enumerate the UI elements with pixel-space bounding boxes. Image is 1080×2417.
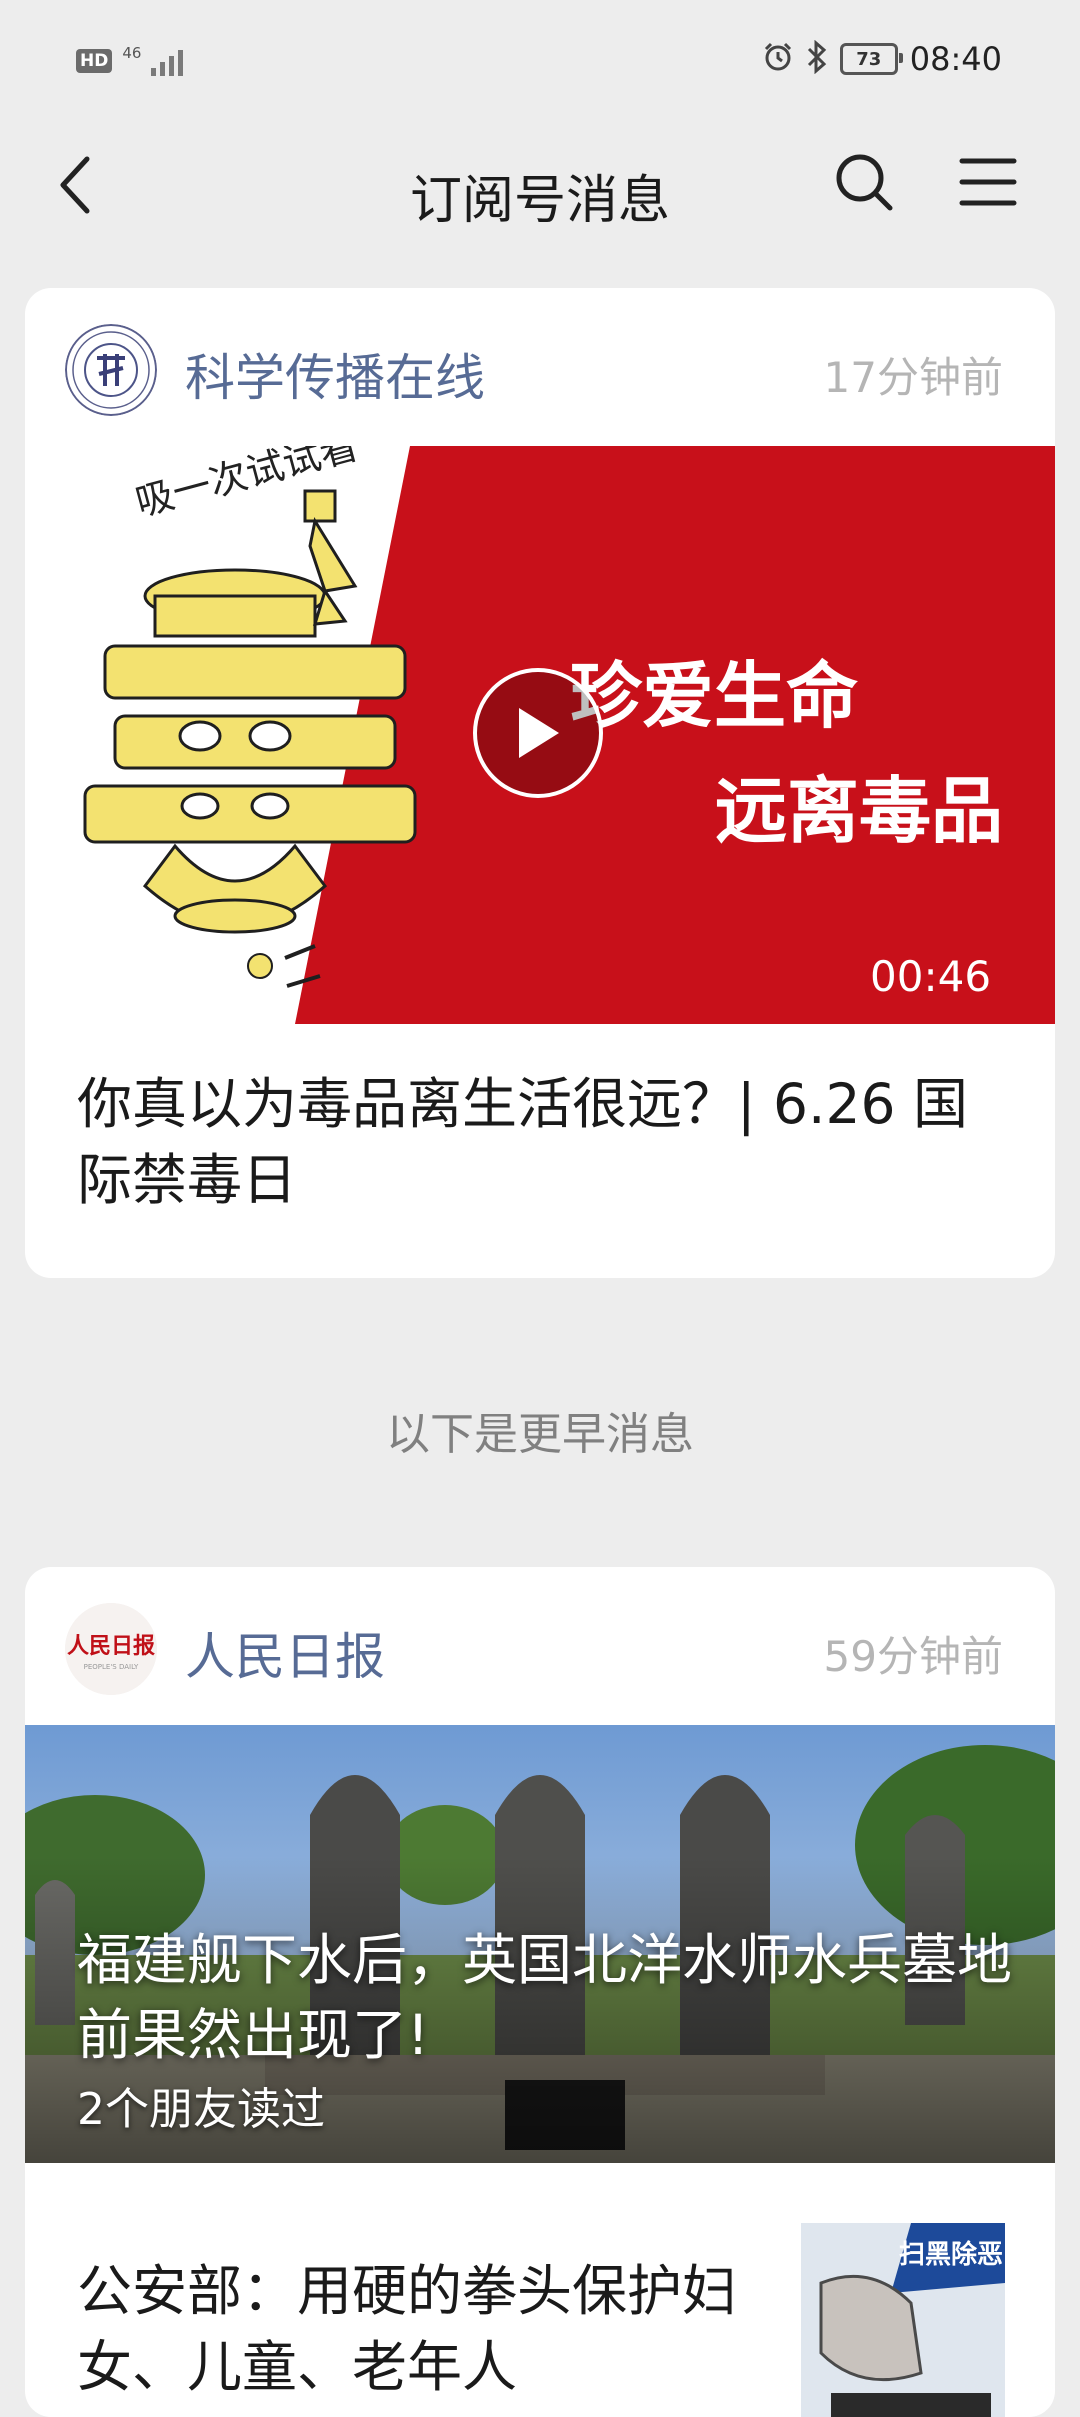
sub-article-title[interactable]: 公安部：用硬的拳头保护妇女、儿童、老年人 [77, 2253, 777, 2405]
thumb-tag: 扫黑除恶 [899, 2239, 1003, 2270]
status-left: HD 46 [76, 44, 184, 76]
battery-icon: 73 [839, 43, 903, 75]
card-header: 人民日报 PEOPLE'S DAILY 人民日报 59分钟前 [25, 1567, 1055, 1725]
video-duration: 00:46 [870, 952, 991, 1001]
avatar-logo-sub: PEOPLE'S DAILY [84, 1663, 139, 1671]
battery-level: 73 [856, 48, 882, 70]
friends-read-count: 2个朋友读过 [77, 2084, 325, 2135]
earlier-messages-divider: 以下是更早消息 [386, 1409, 694, 1460]
time-ago: 17分钟前 [823, 353, 1003, 402]
slogan-line-2: 远离毒品 [715, 769, 1003, 853]
clock: 08:40 [909, 40, 1002, 78]
video-thumbnail[interactable]: 珍爱生命 远离毒品 吸一次试试看 00:46 [25, 446, 1055, 1024]
play-button[interactable] [473, 668, 603, 798]
article-title[interactable]: 你真以为毒品离生活很远？| 6.26 国际禁毒日 [25, 1024, 1055, 1278]
play-icon [519, 708, 559, 758]
message-card-1[interactable]: 科学传播在线 17分钟前 珍爱生命 远离毒品 吸一次试试看 00:46 你真以为… [25, 288, 1055, 1278]
search-button[interactable] [826, 144, 902, 220]
time-ago: 59分钟前 [823, 1632, 1003, 1681]
bluetooth-icon [806, 39, 828, 78]
status-right: 73 08:40 [762, 39, 1002, 78]
card-header: 科学传播在线 17分钟前 [25, 288, 1055, 446]
page-title: 订阅号消息 [409, 171, 670, 231]
cover-title[interactable]: 福建舰下水后，英国北洋水师水兵墓地前果然出现了! [77, 1923, 1037, 2073]
account-avatar[interactable] [65, 324, 157, 416]
cover-image[interactable]: 福建舰下水后，英国北洋水师水兵墓地前果然出现了! 2个朋友读过 [25, 1725, 1055, 2163]
status-bar: HD 46 73 08:40 [0, 0, 1080, 120]
search-icon [836, 154, 893, 211]
account-name[interactable]: 人民日报 [185, 1617, 385, 1689]
alarm-icon [762, 41, 794, 77]
account-name[interactable]: 科学传播在线 [185, 338, 485, 410]
signal-icon [151, 46, 184, 76]
menu-icon [959, 158, 1017, 206]
slogan-line-1: 珍爱生命 [570, 654, 858, 738]
nav-header: 订阅号消息 [0, 120, 1080, 250]
menu-button[interactable] [950, 144, 1026, 220]
hd-badge: HD [76, 49, 113, 73]
message-card-2[interactable]: 人民日报 PEOPLE'S DAILY 人民日报 59分钟前 福建舰下水后，英国… [25, 1567, 1055, 2417]
avatar-logo-text: 人民日报 [67, 1633, 155, 1659]
account-avatar[interactable]: 人民日报 PEOPLE'S DAILY [65, 1603, 157, 1695]
sub-article-item[interactable]: 公安部：用硬的拳头保护妇女、儿童、老年人 扫黑除恶 [25, 2163, 1055, 2417]
network-type: 46 [122, 44, 142, 62]
